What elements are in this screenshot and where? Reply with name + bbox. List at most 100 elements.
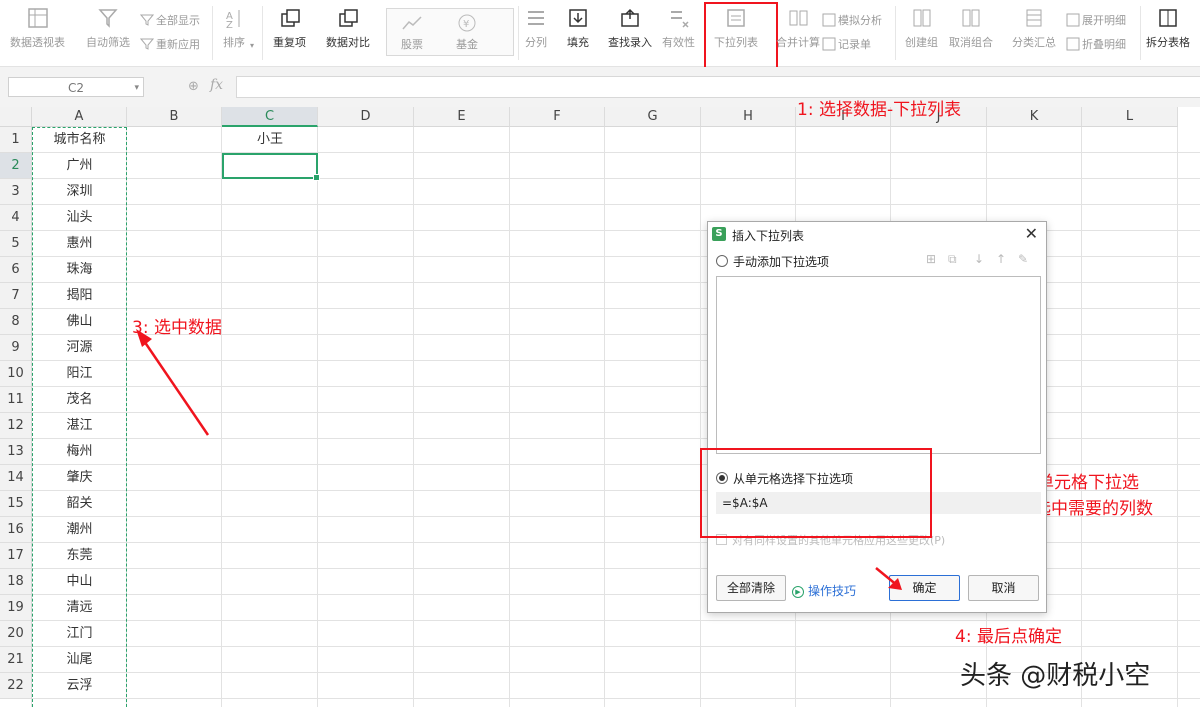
fx-icon[interactable]: fx: [210, 77, 223, 93]
edit-icon[interactable]: ✎: [1018, 252, 1028, 266]
fill-icon: [566, 6, 590, 30]
column-header-c[interactable]: C: [222, 107, 318, 127]
record-form-button[interactable]: 记录单: [822, 36, 871, 52]
cancel-button[interactable]: 取消: [968, 575, 1039, 601]
collapse-detail-button[interactable]: 折叠明细: [1066, 36, 1126, 52]
fund-icon: ¥: [455, 14, 479, 32]
what-if-button[interactable]: 模拟分析: [822, 12, 882, 28]
group-button[interactable]: 创建组: [905, 6, 938, 50]
highlight-dropdown-list: [704, 2, 778, 69]
manual-options-label: 手动添加下拉选项: [733, 255, 830, 269]
close-icon[interactable]: ✕: [1025, 224, 1038, 243]
column-header-h[interactable]: H: [701, 107, 796, 127]
separator: [262, 6, 263, 60]
stock-button[interactable]: 股票: [400, 14, 424, 52]
grid-line: [32, 178, 1200, 179]
column-header-a[interactable]: A: [32, 107, 127, 127]
formula-input[interactable]: [236, 76, 1200, 98]
lookup-entry-button[interactable]: 查找录入: [608, 6, 652, 50]
row-header-4[interactable]: 4: [0, 205, 32, 231]
reapply-icon: [139, 37, 155, 51]
row-header-11[interactable]: 11: [0, 387, 32, 413]
move-up-icon[interactable]: ↑: [996, 252, 1006, 266]
ribbon-toolbar: 数据透视表 自动筛选 全部显示 重新应用 AZ 排序 ▾ 重复项 数据对比 股票 …: [0, 0, 1200, 69]
formula-bar: C2 ▾ ⊕ fx: [0, 67, 1200, 107]
expand-detail-button[interactable]: 展开明细: [1066, 12, 1126, 28]
compare-button[interactable]: 数据对比: [326, 6, 370, 50]
sort-button[interactable]: AZ 排序 ▾: [222, 6, 254, 50]
row-header-7[interactable]: 7: [0, 283, 32, 309]
grid-line: [32, 698, 1200, 699]
row-header-1[interactable]: 1: [0, 127, 32, 153]
column-header-d[interactable]: D: [318, 107, 414, 127]
row-header-8[interactable]: 8: [0, 309, 32, 335]
copy-selection-marquee: [32, 127, 127, 707]
auto-filter-button[interactable]: 自动筛选: [86, 6, 130, 50]
manual-options-list[interactable]: [716, 276, 1041, 454]
fill-button[interactable]: 填充: [566, 6, 590, 50]
subtotal-icon: [1022, 6, 1046, 30]
column-header-g[interactable]: G: [605, 107, 701, 127]
name-box[interactable]: C2 ▾: [8, 77, 144, 97]
add-item-icon[interactable]: ⊞: [926, 252, 936, 266]
row-header-22[interactable]: 22: [0, 673, 32, 699]
annotation-step2-line2b: 选中需要的列数: [1034, 499, 1153, 519]
row-header-20[interactable]: 20: [0, 621, 32, 647]
insert-dropdown-dialog: S 插入下拉列表 ✕ 手动添加下拉选项 ⊞ ⧉ ↓ ↑ ✎ 从单元格选择下拉选项…: [707, 221, 1047, 613]
copy-item-icon[interactable]: ⧉: [948, 252, 957, 267]
watermark: 头条 @财税小空: [960, 661, 1151, 691]
chevron-down-icon[interactable]: ▾: [134, 78, 139, 98]
row-header-2[interactable]: 2: [0, 153, 32, 179]
row-header-14[interactable]: 14: [0, 465, 32, 491]
row-header-5[interactable]: 5: [0, 231, 32, 257]
ungroup-button[interactable]: 取消组合: [949, 6, 993, 50]
row-header-3[interactable]: 3: [0, 179, 32, 205]
pivot-table-button[interactable]: 数据透视表: [10, 6, 65, 50]
highlight-from-cells: [700, 448, 932, 538]
annotation-step1: 1: 选择数据-下拉列表: [797, 100, 962, 120]
fund-button[interactable]: ¥ 基金: [455, 14, 479, 52]
clear-all-button[interactable]: 全部清除: [716, 575, 786, 601]
annotation-step4: 4: 最后点确定: [955, 627, 1062, 647]
row-header-19[interactable]: 19: [0, 595, 32, 621]
row-header-10[interactable]: 10: [0, 361, 32, 387]
subtotal-button[interactable]: 分类汇总: [1012, 6, 1056, 50]
radio-manual-options[interactable]: [716, 255, 728, 267]
show-all-icon: [139, 13, 155, 27]
svg-text:¥: ¥: [463, 19, 469, 30]
column-header-f[interactable]: F: [510, 107, 605, 127]
consolidate-button[interactable]: 合并计算: [776, 6, 820, 50]
column-header-e[interactable]: E: [414, 107, 510, 127]
split-table-button[interactable]: 拆分表格: [1146, 6, 1190, 50]
column-header-l[interactable]: L: [1082, 107, 1178, 127]
row-header-18[interactable]: 18: [0, 569, 32, 595]
row-header-9[interactable]: 9: [0, 335, 32, 361]
column-header-b[interactable]: B: [127, 107, 222, 127]
validation-button[interactable]: 有效性: [662, 6, 695, 50]
row-header-17[interactable]: 17: [0, 543, 32, 569]
duplicates-icon: [278, 6, 302, 30]
active-cell-c2[interactable]: [222, 153, 320, 181]
reapply-button[interactable]: 重新应用: [139, 36, 200, 52]
split-column-button[interactable]: 分列: [524, 6, 548, 50]
row-header-6[interactable]: 6: [0, 257, 32, 283]
compare-icon: [336, 6, 360, 30]
select-all-corner[interactable]: [0, 107, 32, 127]
what-if-icon: [822, 13, 836, 27]
consolidate-icon: [786, 6, 810, 30]
show-all-button[interactable]: 全部显示: [139, 12, 200, 28]
row-header-16[interactable]: 16: [0, 517, 32, 543]
tips-link[interactable]: ▶ 操作技巧: [792, 582, 856, 599]
filter-icon: [96, 6, 120, 30]
split-column-icon: [524, 6, 548, 30]
zoom-icon[interactable]: ⊕: [188, 79, 199, 94]
validation-icon: [667, 6, 691, 30]
cell-c1[interactable]: 小王: [222, 127, 318, 153]
column-header-k[interactable]: K: [987, 107, 1082, 127]
row-header-12[interactable]: 12: [0, 413, 32, 439]
row-header-21[interactable]: 21: [0, 647, 32, 673]
row-header-13[interactable]: 13: [0, 439, 32, 465]
move-down-icon[interactable]: ↓: [974, 252, 984, 266]
row-header-15[interactable]: 15: [0, 491, 32, 517]
duplicates-button[interactable]: 重复项: [273, 6, 306, 50]
